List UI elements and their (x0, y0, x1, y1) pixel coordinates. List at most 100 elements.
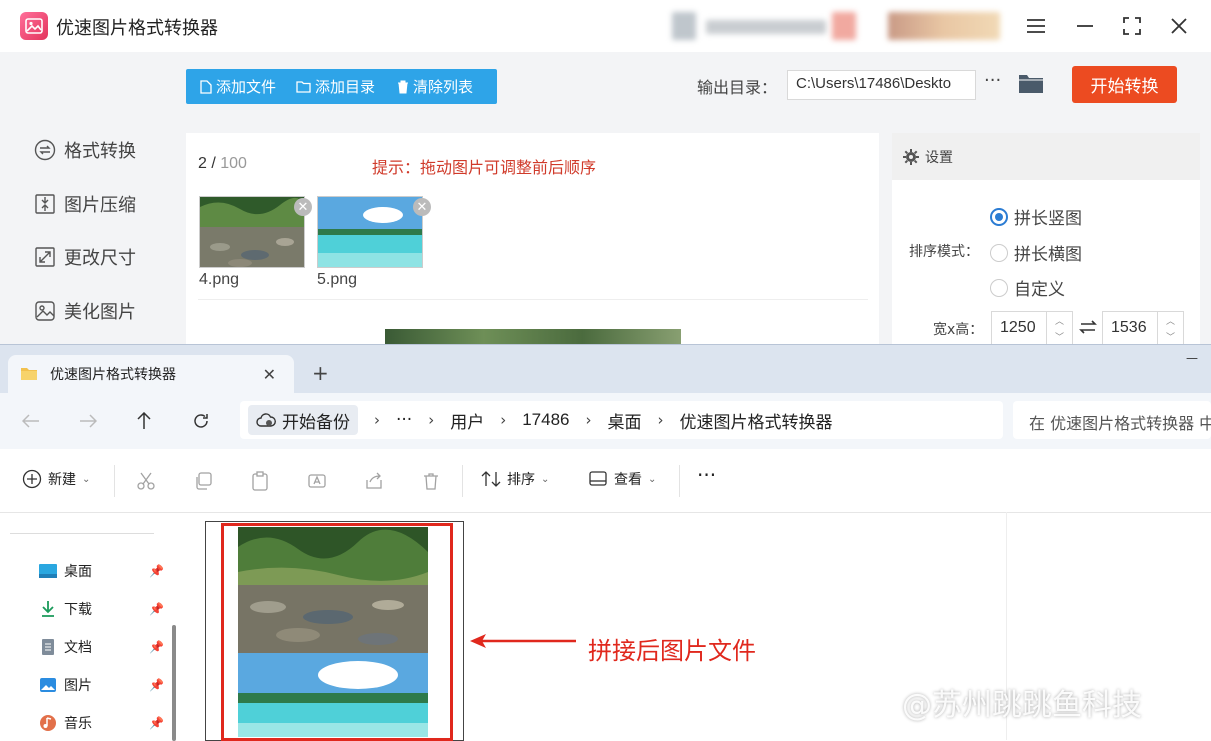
nav-item-desktop[interactable]: 桌面 📌 (38, 560, 164, 582)
command-bar: 新建 ⌄ 排序 ⌄ 查看 ⌄ ··· (0, 449, 1211, 513)
tab-title: 优速图片格式转换器 (50, 367, 176, 383)
folder-icon (296, 80, 311, 93)
chevron-right-icon: › (374, 411, 380, 429)
chevron-right-icon: › (657, 411, 664, 429)
close-button[interactable] (1165, 12, 1193, 40)
sidebar-item-label: 美化图片 (64, 302, 136, 323)
watermark: @苏州跳跳鱼科技 (902, 680, 1142, 724)
new-label: 新建 (48, 472, 76, 488)
sidebar-item-convert[interactable]: 格式转换 (34, 135, 136, 165)
stepper-arrows[interactable]: ︿ ﹀ (1046, 312, 1072, 344)
clear-list-button[interactable]: 清除列表 (397, 76, 473, 97)
width-stepper[interactable]: 1250 ︿ ﹀ (991, 311, 1073, 345)
remove-thumbnail-button[interactable]: ✕ (294, 198, 312, 216)
file-count-separator: / (206, 155, 221, 172)
nav-divider (10, 533, 154, 534)
menu-button[interactable] (1022, 12, 1050, 40)
chevron-down-icon[interactable]: ﹀ (1166, 330, 1175, 343)
share-icon[interactable] (364, 471, 384, 491)
refresh-icon (194, 414, 208, 428)
document-icon (38, 638, 58, 656)
back-button[interactable] (17, 407, 45, 435)
settings-header: 设置 (892, 133, 1200, 180)
breadcrumb-user[interactable]: 17486 (522, 410, 569, 430)
view-button[interactable]: 查看 ⌄ (588, 469, 656, 489)
radio-horizontal[interactable]: 拼长横图 (990, 240, 1082, 265)
cut-icon[interactable] (136, 471, 156, 491)
chevron-up-icon[interactable]: ︿ (1055, 314, 1064, 327)
radio-vertical[interactable]: 拼长竖图 (990, 204, 1082, 229)
sidebar-item-label: 图片压缩 (64, 195, 136, 216)
start-convert-button[interactable]: 开始转换 (1072, 66, 1177, 103)
search-input[interactable]: 在 优速图片格式转换器 中搜索 (1013, 401, 1211, 439)
up-button[interactable] (130, 407, 158, 435)
sort-button[interactable]: 排序 ⌄ (481, 469, 549, 489)
minimize-button[interactable] (1071, 12, 1099, 40)
sort-icon (481, 470, 501, 488)
minimize-icon[interactable]: — (1186, 351, 1198, 365)
view-label: 查看 (614, 472, 642, 488)
more-options-button[interactable]: ··· (697, 463, 716, 487)
radio-label: 自定义 (1014, 280, 1065, 300)
new-tab-button[interactable]: + (312, 361, 329, 385)
pin-icon[interactable]: 📌 (149, 602, 164, 616)
refresh-button[interactable] (187, 407, 215, 435)
app-window: 优速图片格式转换器 格式转换 图片压缩 更改尺寸 美化图片 添加文件 添加目录 … (0, 0, 1211, 345)
stitched-image (238, 527, 428, 737)
paste-icon[interactable] (250, 471, 270, 491)
nav-scrollbar[interactable] (172, 625, 176, 741)
pin-icon[interactable]: 📌 (149, 678, 164, 692)
close-tab-icon[interactable]: ✕ (263, 365, 276, 384)
gear-icon (903, 148, 919, 165)
file-count-max: 100 (220, 155, 247, 172)
radio-custom[interactable]: 自定义 (990, 275, 1065, 300)
river-image (200, 197, 304, 267)
sidebar-item-resize[interactable]: 更改尺寸 (34, 242, 136, 272)
nav-item-pictures[interactable]: 图片 📌 (38, 674, 164, 696)
open-folder-button[interactable] (1018, 72, 1044, 98)
pin-icon[interactable]: 📌 (149, 640, 164, 654)
breadcrumb-current[interactable]: 优速图片格式转换器 (680, 408, 833, 433)
radio-icon (990, 278, 1008, 297)
rename-icon[interactable] (307, 471, 327, 491)
nav-item-music[interactable]: 音乐 📌 (38, 712, 164, 734)
desktop-icon (38, 562, 58, 580)
settings-title: 设置 (925, 149, 953, 166)
file-list-panel: 2 / 100 提示：拖动图片可调整前后顺序 ✕ 4.png ✕ 5.png (186, 133, 879, 345)
navigation-pane: 桌面 📌 下载 📌 文档 📌 图片 📌 音乐 📌 (0, 513, 182, 741)
pin-icon[interactable]: 📌 (149, 564, 164, 578)
add-file-button[interactable]: 添加文件 (200, 76, 276, 97)
height-stepper[interactable]: 1536 ︿ ﹀ (1102, 311, 1184, 345)
breadcrumb-users[interactable]: 用户 (450, 408, 484, 433)
output-dir-field[interactable]: C:\Users\17486\Deskto (787, 70, 976, 100)
copy-icon[interactable] (193, 471, 213, 491)
chevron-down-icon: ⌄ (82, 473, 91, 485)
backup-button[interactable]: 开始备份 (248, 405, 358, 435)
new-button[interactable]: 新建 ⌄ (22, 469, 90, 489)
address-bar[interactable]: 开始备份 › ··· › 用户 › 17486 › 桌面 › 优速图片格式转换器 (240, 401, 1003, 439)
nav-item-documents[interactable]: 文档 📌 (38, 636, 164, 658)
pin-icon[interactable]: 📌 (149, 716, 164, 730)
add-dir-button[interactable]: 添加目录 (296, 76, 375, 97)
breadcrumb-more[interactable]: ··· (396, 410, 412, 430)
blurred-region (672, 12, 696, 40)
hamburger-icon (1027, 19, 1045, 33)
nav-item-label: 桌面 (64, 564, 92, 580)
remove-thumbnail-button[interactable]: ✕ (413, 198, 431, 216)
nav-item-downloads[interactable]: 下载 📌 (38, 598, 164, 620)
sidebar-item-beautify[interactable]: 美化图片 (34, 296, 136, 326)
swap-icon[interactable] (1079, 319, 1097, 338)
sidebar-item-compress[interactable]: 图片压缩 (34, 189, 136, 219)
stepper-arrows[interactable]: ︿ ﹀ (1157, 312, 1183, 344)
explorer-tab[interactable]: 优速图片格式转换器 ✕ (8, 355, 294, 393)
delete-icon[interactable] (421, 471, 441, 491)
thumbnail-beach[interactable] (317, 196, 423, 268)
output-more-button[interactable]: ··· (984, 70, 1001, 91)
maximize-button[interactable] (1118, 12, 1146, 40)
chevron-down-icon[interactable]: ﹀ (1055, 330, 1064, 343)
forward-button[interactable] (74, 407, 102, 435)
breadcrumb-desktop[interactable]: 桌面 (608, 408, 642, 433)
chevron-up-icon[interactable]: ︿ (1166, 314, 1175, 327)
app-titlebar: 优速图片格式转换器 (0, 0, 1211, 52)
thumbnail-river[interactable] (199, 196, 305, 268)
